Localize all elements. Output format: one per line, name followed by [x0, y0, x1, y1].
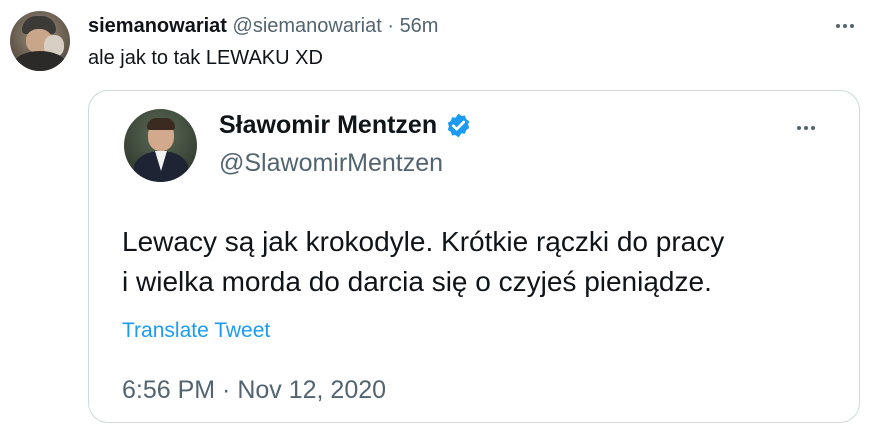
more-options-button[interactable]: [836, 24, 854, 28]
quoted-tweet[interactable]: Sławomir Mentzen @SlawomirMentzen Lewacy…: [88, 90, 860, 423]
quoted-more-options-button[interactable]: [797, 126, 815, 130]
more-dots-icon: [836, 24, 854, 28]
quoted-author-row: Sławomir Mentzen: [219, 109, 472, 141]
translate-tweet-link[interactable]: Translate Tweet: [122, 317, 270, 345]
author-name[interactable]: siemanowariat: [88, 15, 227, 37]
author-handle[interactable]: @siemanowariat: [233, 15, 382, 37]
quoted-text-line: Lewacy są jak krokodyle. Krótkie rączki …: [122, 226, 725, 257]
quoted-author-handle[interactable]: @SlawomirMentzen: [219, 147, 443, 179]
tweet-time[interactable]: 56m: [400, 15, 439, 37]
tweet-text: ale jak to tak LEWAKU XD: [88, 47, 323, 69]
quoted-text-line: i wielka morda do darcia się o czyjeś pi…: [122, 266, 712, 297]
quoted-tweet-text: Lewacy są jak krokodyle. Krótkie rączki …: [122, 222, 842, 302]
avatar-shoulders: [14, 51, 66, 71]
avatar[interactable]: [10, 11, 70, 71]
quoted-author-name[interactable]: Sławomir Mentzen: [219, 109, 437, 141]
quoted-avatar[interactable]: [124, 109, 197, 182]
avatar-hair: [147, 118, 175, 130]
more-dots-icon: [797, 126, 815, 130]
tweet-header: siemanowariat @siemanowariat · 56m: [88, 13, 438, 39]
header-separator: ·: [387, 15, 394, 37]
quoted-timestamp[interactable]: 6:56 PM · Nov 12, 2020: [122, 374, 386, 406]
verified-badge-icon: [447, 113, 470, 137]
